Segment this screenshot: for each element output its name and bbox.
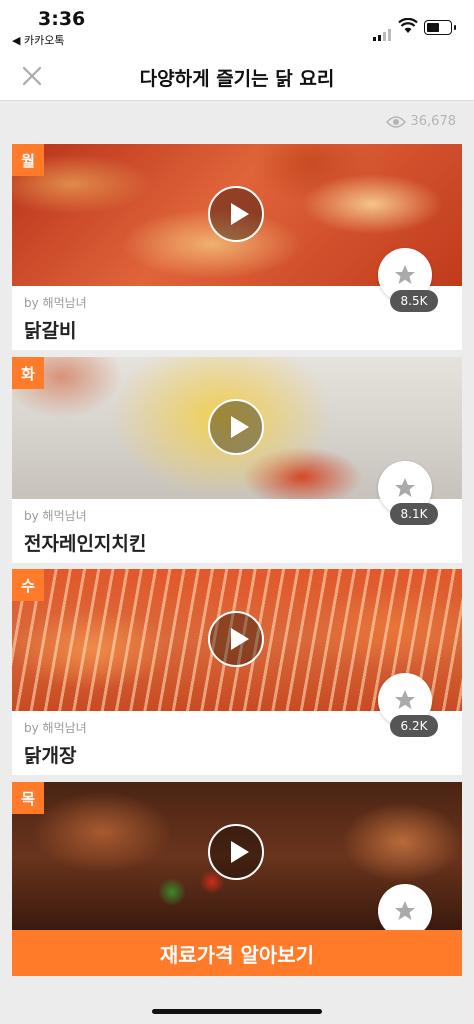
star-icon [395,690,415,709]
recipe-card[interactable]: 목 [12,782,462,938]
play-icon[interactable] [208,399,264,455]
star-icon [395,265,415,284]
top-bar: 다양하게 즐기는 닭 요리 [0,52,474,101]
back-to-app-link[interactable]: ◀ 카카오톡 [12,32,64,48]
status-time: 3:36 [38,8,86,30]
price-check-button[interactable]: 재료가격 알아보기 [12,930,462,976]
recipe-name[interactable]: 닭개장 [24,741,76,768]
status-bar: 3:36 ◀ 카카오톡 [0,0,474,52]
eye-icon [385,115,406,128]
star-icon [395,478,415,497]
day-badge: 화 [12,357,44,389]
like-count: 8.5K [390,290,438,312]
star-icon [395,901,415,920]
play-icon[interactable] [208,611,264,667]
like-count: 8.1K [390,503,438,525]
recipe-author: by 해먹남녀 [24,509,87,523]
recipe-author: by 해먹남녀 [24,721,87,735]
day-badge: 목 [12,782,44,814]
day-badge: 월 [12,144,44,176]
signal-icon [373,22,393,41]
home-indicator [152,1009,322,1014]
view-count: 36,678 [385,114,457,129]
recipe-card[interactable]: 화 8.1K by 해먹남녀 전자레인지치킨 [12,357,462,563]
day-badge: 수 [12,569,44,601]
recipe-name[interactable]: 닭갈비 [24,316,76,343]
recipe-name[interactable]: 전자레인지치킨 [24,529,146,556]
recipe-card[interactable]: 수 6.2K by 해먹남녀 닭개장 [12,569,462,775]
recipe-author: by 해먹남녀 [24,296,87,310]
play-icon[interactable] [208,186,264,242]
view-count-value: 36,678 [410,114,457,129]
recipe-card[interactable]: 월 8.5K by 해먹남녀 닭갈비 [12,144,462,350]
wifi-icon [398,18,418,33]
page-title: 다양하게 즐기는 닭 요리 [139,68,335,90]
play-icon[interactable] [208,824,264,880]
like-count: 6.2K [390,715,438,737]
battery-icon [424,20,456,35]
